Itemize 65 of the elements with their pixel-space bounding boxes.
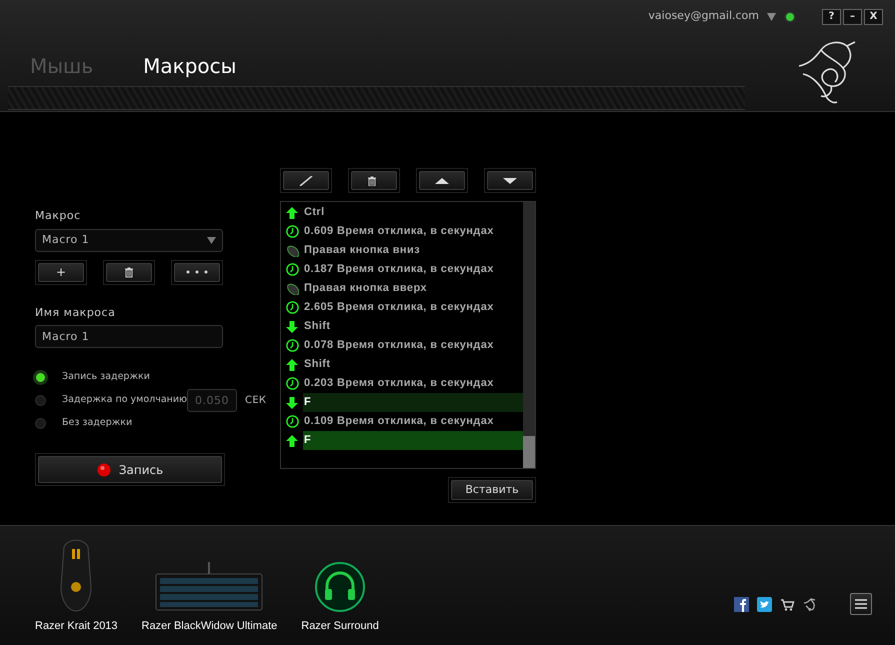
macro-event[interactable]: 0.187 Время отклика, в секундах — [303, 260, 523, 279]
radio-button[interactable] — [35, 395, 46, 406]
arrow-up-icon — [286, 434, 298, 446]
option-label: Без задержки — [62, 416, 132, 430]
bird-icon[interactable] — [757, 596, 772, 612]
macro-event[interactable]: 2.605 Время отклика, в секундах — [303, 298, 523, 317]
clock-icon — [286, 415, 298, 428]
macro-event[interactable]: Правая кнопка вверх — [303, 279, 523, 298]
scrollbar[interactable] — [523, 202, 535, 468]
account-email: vaiosey@gmail.com — [648, 8, 759, 24]
clock-icon — [286, 377, 298, 390]
triangle-down-icon — [503, 176, 517, 186]
option-label: Задержка по умолчанию — [62, 393, 188, 408]
window-button[interactable]: ? — [822, 8, 841, 24]
arrow-up-icon — [286, 206, 298, 218]
macro-name-field[interactable]: Macro 1 — [35, 325, 223, 348]
arrow-up-icon — [286, 358, 298, 370]
window-button[interactable]: X — [864, 8, 883, 24]
caret-icon — [207, 236, 216, 244]
macro-event[interactable]: Shift — [303, 317, 523, 336]
record-dot-icon — [96, 462, 111, 476]
macro-select[interactable]: Macro 1 — [35, 228, 223, 252]
dots-icon — [185, 270, 209, 274]
snake-icon[interactable] — [803, 596, 818, 612]
trash-icon — [124, 266, 134, 278]
window-button[interactable]: – — [843, 8, 862, 24]
unit-label: СЕК — [245, 394, 266, 408]
macro-event[interactable]: 0.609 Время отклика, в секундах — [303, 222, 523, 241]
status-dot-icon — [784, 10, 796, 22]
clock-icon — [286, 263, 298, 276]
headset-drawing[interactable] — [315, 562, 366, 612]
mouse-icon — [286, 244, 298, 256]
device-label[interactable]: Razer BlackWidow Ultimate — [142, 620, 278, 632]
macro-event[interactable]: 0.078 Время отклика, в секундах — [303, 336, 523, 355]
macro-event[interactable]: 0.203 Время отклика, в секундах — [303, 374, 523, 393]
macro-event[interactable]: Правая кнопка вниз — [303, 241, 523, 260]
menu-icon — [855, 599, 867, 609]
pencil-icon — [299, 176, 313, 186]
macro-event[interactable]: Ctrl — [303, 203, 523, 222]
arrow-down-icon — [286, 320, 298, 332]
mouse-icon — [286, 282, 298, 294]
field-label: Макрос — [35, 208, 82, 224]
clock-icon — [286, 339, 298, 352]
device-label[interactable]: Razer Krait 2013 — [35, 620, 118, 632]
dropdown-caret-icon[interactable] — [767, 12, 776, 20]
cart-icon[interactable] — [780, 596, 795, 612]
arrow-down-icon — [286, 396, 298, 408]
radio-button[interactable] — [35, 418, 46, 429]
macro-event[interactable]: 0.109 Время отклика, в секундах — [303, 412, 523, 431]
field-label: Имя макроса — [35, 304, 116, 320]
macro-event[interactable]: F — [303, 431, 523, 450]
device-label[interactable]: Razer Surround — [301, 620, 379, 632]
option-label: Запись задержки — [62, 370, 150, 384]
triangle-up-icon — [435, 176, 449, 186]
clock-icon — [286, 225, 298, 238]
macro-event[interactable]: Shift — [303, 355, 523, 374]
menu-button[interactable] — [850, 593, 872, 615]
macro-event[interactable]: F — [303, 393, 523, 412]
macro-add-button[interactable]: + — [38, 262, 84, 282]
record-button[interactable]: Запись — [38, 456, 222, 483]
radio-button[interactable] — [35, 372, 46, 383]
facebook-icon[interactable] — [734, 596, 749, 612]
clock-icon — [286, 301, 298, 314]
tab[interactable]: Макросы — [143, 54, 236, 78]
insert-button[interactable]: Вставить — [451, 480, 533, 500]
